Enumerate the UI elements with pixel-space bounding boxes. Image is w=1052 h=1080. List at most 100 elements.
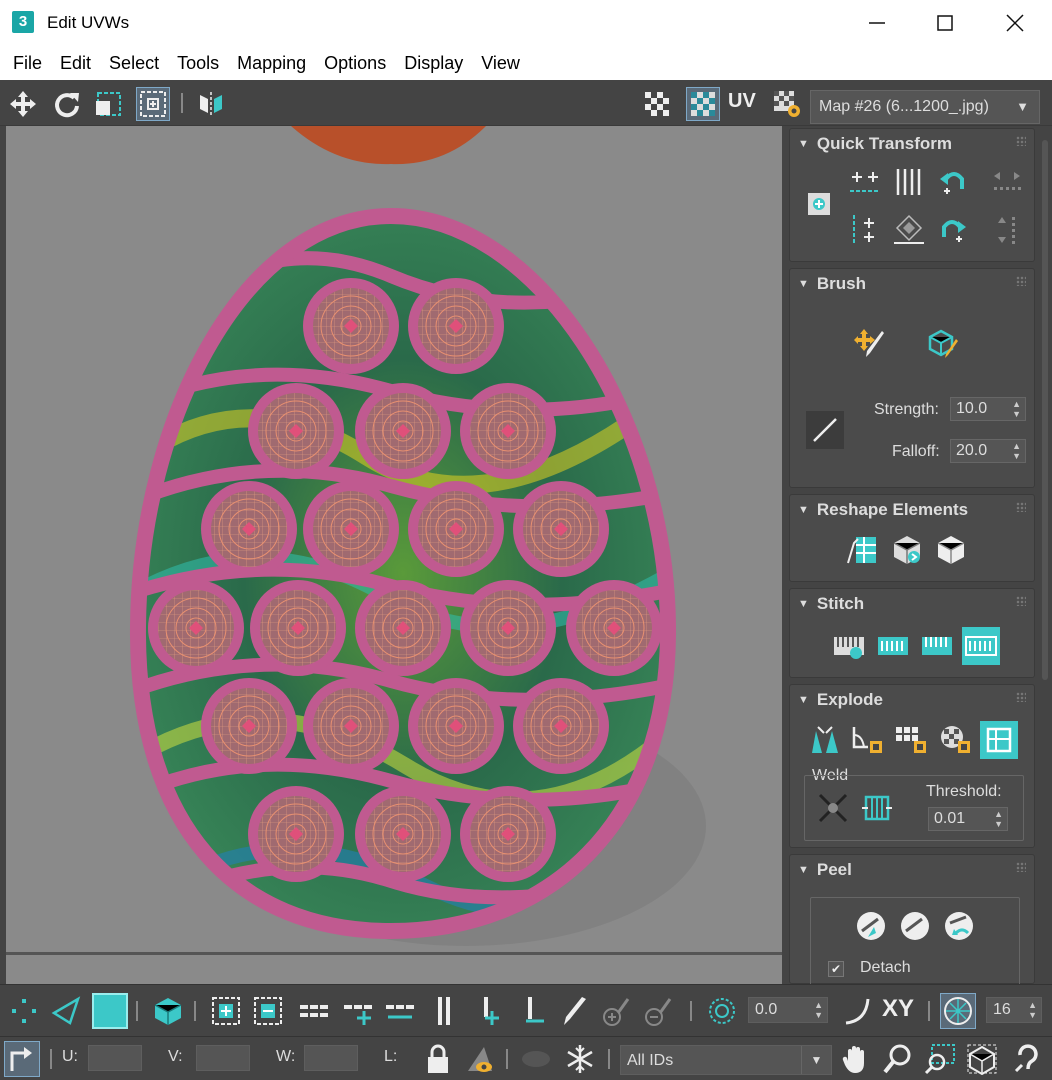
grip-icon[interactable] (1016, 276, 1026, 286)
grid-snap-icon[interactable] (940, 993, 976, 1029)
maximize-button[interactable] (910, 0, 980, 46)
explode-title[interactable]: ▼ Explode (798, 690, 883, 710)
explode-by-smoothing-icon[interactable] (980, 721, 1018, 759)
grip-icon[interactable] (1016, 502, 1026, 512)
menu-tools[interactable]: Tools (168, 53, 228, 74)
ring-select-icon[interactable] (426, 993, 462, 1029)
uv-viewport[interactable] (6, 126, 782, 952)
spinner-arrows-icon[interactable]: ▲ ▼ (1012, 399, 1021, 419)
v-field[interactable] (196, 1045, 250, 1071)
grip-icon[interactable] (1016, 692, 1026, 702)
grid-size-spinner[interactable]: 16 ▲ ▼ (986, 997, 1042, 1023)
relax-brush-icon[interactable] (924, 325, 962, 363)
rotate-cw-icon[interactable] (934, 211, 972, 249)
zoom-extents-icon[interactable] (964, 1041, 1000, 1077)
u-field[interactable] (88, 1045, 142, 1071)
stitch-custom-icon[interactable] (830, 627, 868, 665)
weld-target-icon[interactable] (858, 789, 896, 827)
pan-hand-icon[interactable] (838, 1041, 874, 1077)
edge-mode-icon[interactable] (48, 993, 84, 1029)
break-icon[interactable] (806, 721, 844, 759)
help-icon[interactable] (1010, 1041, 1046, 1077)
loop-select-icon[interactable] (296, 993, 332, 1029)
reshape-elements-title[interactable]: ▼ Reshape Elements (798, 500, 968, 520)
mirror-icon[interactable] (194, 87, 228, 121)
shrink-selection-icon[interactable] (250, 993, 286, 1029)
grip-icon[interactable] (1016, 136, 1026, 146)
stitch-title[interactable]: ▼ Stitch (798, 594, 864, 614)
relax-icon[interactable] (888, 531, 926, 569)
menu-file[interactable]: File (4, 53, 51, 74)
align-horizontal-icon[interactable] (846, 163, 884, 201)
detach-checkbox[interactable]: ✔ (828, 961, 844, 977)
polygon-mode-icon[interactable] (92, 993, 128, 1029)
peel-title[interactable]: ▼ Peel (798, 860, 852, 880)
loop-grow-icon[interactable] (340, 993, 376, 1029)
freeform-icon[interactable] (92, 87, 126, 121)
spinner-arrows-icon[interactable]: ▲ ▼ (1012, 441, 1021, 461)
flip-vertical-icon[interactable] (988, 211, 1026, 249)
menu-select[interactable]: Select (100, 53, 168, 74)
ring-shrink-icon[interactable] (516, 993, 552, 1029)
flip-horizontal-icon[interactable] (988, 163, 1026, 201)
menu-options[interactable]: Options (315, 53, 395, 74)
scale-icon[interactable] (136, 87, 170, 121)
pivot-icon[interactable] (800, 185, 838, 223)
material-id-dropdown[interactable]: All IDs ▼ (620, 1045, 832, 1075)
reset-peel-icon[interactable] (940, 907, 978, 945)
texture-map-dropdown[interactable]: Map #26 (6...1200_.jpg) ▼ (810, 90, 1040, 124)
space-vertical-icon[interactable] (890, 163, 928, 201)
grow-selection-icon[interactable] (208, 993, 244, 1029)
quick-peel-icon[interactable] (852, 907, 890, 945)
stitch-average-icon[interactable] (918, 627, 956, 665)
minimize-button[interactable] (842, 0, 912, 46)
paint-select-icon[interactable] (556, 993, 592, 1029)
menu-display[interactable]: Display (395, 53, 472, 74)
falloff-curve-icon[interactable] (840, 993, 876, 1029)
align-vertical-icon[interactable] (846, 211, 884, 249)
vertex-mode-icon[interactable] (6, 993, 42, 1029)
absolute-offset-icon[interactable] (4, 1041, 40, 1077)
menu-mapping[interactable]: Mapping (228, 53, 315, 74)
move-icon[interactable] (6, 87, 40, 121)
texture-settings-icon[interactable] (770, 87, 804, 121)
falloff-type-icon[interactable] (806, 411, 844, 449)
uv-toggle[interactable]: UV (728, 90, 756, 113)
uv-canvas[interactable] (6, 126, 782, 952)
quick-transform-title[interactable]: ▼ Quick Transform (798, 134, 952, 154)
peel-mode-icon[interactable] (896, 907, 934, 945)
menu-edit[interactable]: Edit (51, 53, 100, 74)
paint-select-shrink-icon[interactable] (640, 993, 676, 1029)
freeze-icon[interactable] (562, 1041, 598, 1077)
grip-icon[interactable] (1016, 596, 1026, 606)
angle-spinner[interactable]: 0.0 ▲ ▼ (748, 997, 828, 1023)
spinner-arrows-icon[interactable]: ▲ ▼ (1028, 1000, 1037, 1020)
visibility-icon[interactable] (518, 1041, 554, 1077)
checker-pattern-icon[interactable] (640, 87, 674, 121)
panel-scrollbar-thumb[interactable] (1042, 140, 1048, 680)
rotate-icon[interactable] (50, 87, 84, 121)
explode-by-polygroup-icon[interactable] (892, 721, 930, 759)
spinner-arrows-icon[interactable]: ▲ ▼ (814, 1000, 823, 1020)
paint-move-icon[interactable] (852, 325, 890, 363)
ring-grow-icon[interactable] (472, 993, 508, 1029)
hide-icon[interactable] (462, 1041, 498, 1077)
menu-view[interactable]: View (472, 53, 529, 74)
w-field[interactable] (304, 1045, 358, 1071)
explode-by-angle-icon[interactable] (848, 721, 886, 759)
zoom-icon[interactable] (880, 1041, 916, 1077)
stitch-to-source-icon[interactable] (962, 627, 1000, 665)
align-to-edge-icon[interactable] (890, 211, 928, 249)
checker-texture-icon[interactable] (686, 87, 720, 121)
straighten-icon[interactable] (844, 531, 882, 569)
strength-spinner[interactable]: 10.0 ▲ ▼ (950, 397, 1026, 421)
threshold-spinner[interactable]: 0.01 ▲ ▼ (928, 807, 1008, 831)
coordinate-space-label[interactable]: XY (882, 995, 914, 1023)
element-mode-icon[interactable] (150, 993, 186, 1029)
stitch-to-target-icon[interactable] (874, 627, 912, 665)
lock-icon[interactable] (420, 1041, 456, 1077)
falloff-spinner[interactable]: 20.0 ▲ ▼ (950, 439, 1026, 463)
close-button[interactable] (980, 0, 1050, 46)
explode-by-material-icon[interactable] (936, 721, 974, 759)
soft-selection-icon[interactable] (704, 993, 740, 1029)
